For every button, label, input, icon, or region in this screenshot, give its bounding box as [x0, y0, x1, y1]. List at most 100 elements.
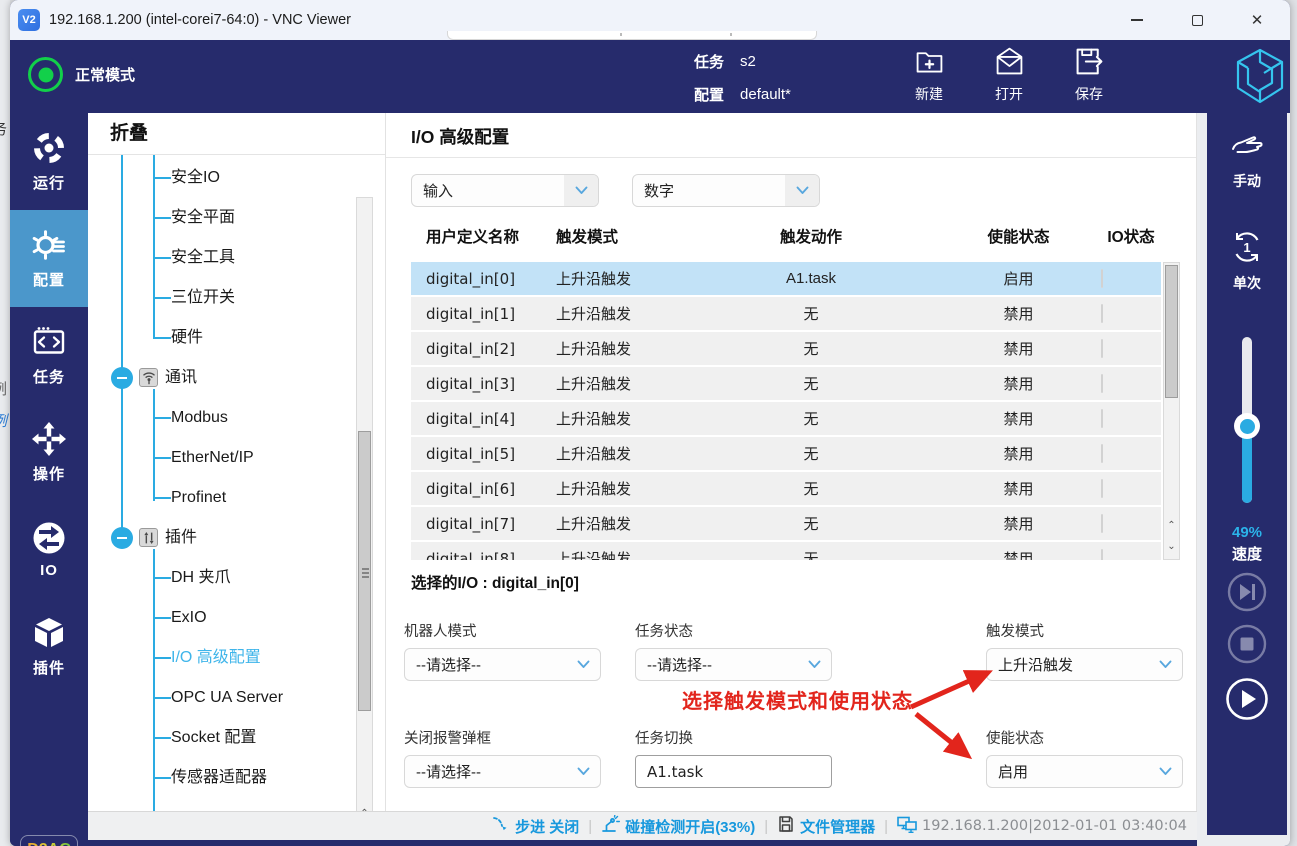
cell-trigger-action: 无	[803, 411, 819, 428]
close-alarm-select[interactable]: --请选择--	[404, 755, 601, 788]
collapse-icon[interactable]	[111, 527, 133, 549]
sidenav-item-插件[interactable]: 插件	[10, 598, 88, 695]
tree-item-硬件[interactable]: 硬件	[154, 326, 203, 350]
table-row[interactable]: digital_in[5] 上升沿触发 无 禁用	[411, 437, 1161, 470]
task-state-select[interactable]: --请选择--	[635, 648, 832, 681]
sidenav-item-label: 运行	[32, 175, 65, 192]
file-actions: 新建 打开 保存	[895, 45, 1123, 104]
sidenav-item-IO[interactable]: IO	[10, 501, 88, 598]
topbar-open-button[interactable]: 打开	[975, 45, 1043, 104]
field-label: 机器人模式	[404, 624, 477, 640]
maximize-button[interactable]	[1174, 0, 1220, 40]
tree-scroll-up-icon[interactable]: ⌃	[358, 802, 371, 812]
table-row[interactable]: digital_in[6] 上升沿触发 无 禁用	[411, 472, 1161, 505]
minimize-button[interactable]	[1114, 0, 1160, 40]
tree-node-通讯[interactable]: 通讯	[88, 366, 385, 390]
table-scrollbar-thumb[interactable]	[1165, 265, 1178, 398]
tree-item-Profinet[interactable]: Profinet	[154, 486, 226, 510]
io-state-checkbox[interactable]	[1101, 374, 1103, 393]
step-mode-status[interactable]: 步进 关闭	[492, 815, 579, 837]
form-group-task-switch: 任务切换	[635, 727, 832, 788]
sidenav-item-任务[interactable]: 任务	[10, 307, 88, 404]
robot-mode-select[interactable]: --请选择--	[404, 648, 601, 681]
chevron-down-icon	[566, 767, 600, 776]
io-state-checkbox[interactable]	[1101, 479, 1103, 498]
config-tree-panel: 折叠 ⌃ ⌄ 安全IO 安全平面安全工具三位开关硬件通讯 Modbus EtherNe…	[88, 113, 385, 811]
cell-name: digital_in[0]	[426, 269, 516, 288]
table-row[interactable]: digital_in[4] 上升沿触发 无 禁用	[411, 402, 1161, 435]
selected-io-label: 选择的I/O : digital_in[0]	[411, 575, 579, 592]
cell-trigger-action: 无	[803, 376, 819, 393]
io-state-checkbox[interactable]	[1101, 269, 1103, 288]
single-run-button[interactable]: 1 单次	[1207, 229, 1287, 293]
table-scrollbar[interactable]: ⌃ ⌄	[1163, 262, 1180, 560]
tree-item-传感器适配器[interactable]: 传感器适配器	[154, 766, 267, 790]
tree-item-安全IO[interactable]: 安全IO	[154, 166, 220, 190]
cell-trigger-mode: 上升沿触发	[556, 306, 632, 323]
form-group-enable-state: 使能状态 启用	[986, 727, 1183, 788]
background-fragment: 务	[0, 118, 7, 139]
io-type-select[interactable]: 数字	[632, 174, 820, 207]
tree-scrollbar-thumb[interactable]	[358, 431, 371, 711]
vnc-logo-icon: V2	[18, 9, 40, 31]
tree-line	[121, 155, 123, 538]
speed-slider[interactable]	[1234, 337, 1260, 503]
enable-state-select[interactable]: 启用	[986, 755, 1183, 788]
tree-item-OPC UA Server[interactable]: OPC UA Server	[154, 686, 283, 710]
field-label: 触发模式	[986, 624, 1044, 640]
io-state-checkbox[interactable]	[1101, 444, 1103, 463]
tree-item-安全平面[interactable]: 安全平面	[154, 206, 235, 230]
stop-button[interactable]	[1227, 624, 1267, 664]
tree-item-Socket 配置[interactable]: Socket 配置	[154, 726, 256, 750]
field-label: 使能状态	[986, 731, 1044, 747]
task-switch-input[interactable]	[635, 755, 832, 788]
manual-mode-button[interactable]: 手动	[1207, 127, 1287, 191]
page-title: I/O 高级配置	[411, 127, 510, 147]
speed-slider-thumb[interactable]	[1234, 413, 1260, 439]
vnc-viewer-window: V2 192.168.1.200 (intel-corei7-64:0) - V…	[10, 0, 1290, 846]
io-state-checkbox[interactable]	[1101, 339, 1103, 358]
tree-item-EtherNet/IP[interactable]: EtherNet/IP	[154, 446, 254, 470]
file-manager-button[interactable]: 文件管理器	[777, 815, 875, 837]
vnc-toolbar-notch[interactable]	[447, 31, 817, 40]
io-state-checkbox[interactable]	[1101, 549, 1103, 560]
io-state-checkbox[interactable]	[1101, 514, 1103, 533]
tree-item-I/O 高级配置[interactable]: I/O 高级配置	[154, 646, 261, 670]
column-header: 使能状态	[987, 229, 1050, 246]
column-header: 用户定义名称	[426, 229, 520, 246]
maximize-icon	[1191, 14, 1203, 26]
table-scroll-up-icon[interactable]: ⌃	[1165, 516, 1178, 535]
tree-node-插件[interactable]: 插件	[88, 526, 385, 550]
io-direction-select[interactable]: 输入	[411, 174, 599, 207]
column-header: IO状态	[1107, 229, 1155, 246]
sidenav-item-操作[interactable]: 操作	[10, 404, 88, 501]
table-row[interactable]: digital_in[3] 上升沿触发 无 禁用	[411, 367, 1161, 400]
collision-detect-status[interactable]: 碰撞检测开启(33%)	[601, 814, 755, 837]
play-button[interactable]	[1225, 677, 1269, 721]
table-row[interactable]: digital_in[8] 上升沿触发 无 禁用	[411, 542, 1161, 560]
io-table: digital_in[0] 上升沿触发 A1.task 启用 digital_in[1]…	[411, 262, 1161, 560]
speed-percent: 49%	[1231, 524, 1263, 541]
table-row[interactable]: digital_in[1] 上升沿触发 无 禁用	[411, 297, 1161, 330]
table-scroll-down-icon[interactable]: ⌄	[1165, 537, 1178, 556]
tree-item-安全工具[interactable]: 安全工具	[154, 246, 235, 270]
table-row[interactable]: digital_in[2] 上升沿触发 无 禁用	[411, 332, 1161, 365]
sidenav-item-配置[interactable]: 配置	[10, 210, 88, 307]
topbar-new-file-button[interactable]: 新建	[895, 45, 963, 104]
table-row[interactable]: digital_in[7] 上升沿触发 无 禁用	[411, 507, 1161, 540]
close-button[interactable]: ✕	[1234, 0, 1280, 40]
tree-item-Modbus[interactable]: Modbus	[154, 406, 228, 430]
step-forward-button[interactable]	[1227, 572, 1267, 612]
sidenav-item-运行[interactable]: 运行	[10, 113, 88, 210]
tree-item-ExIO[interactable]: ExIO	[154, 606, 207, 630]
io-state-checkbox[interactable]	[1101, 409, 1103, 428]
collapse-icon[interactable]	[111, 367, 133, 389]
tree-scrollbar[interactable]: ⌃ ⌄	[356, 197, 373, 811]
tree-item-三位开关[interactable]: 三位开关	[154, 286, 235, 310]
topbar-save-button[interactable]: 保存	[1055, 45, 1123, 104]
table-row[interactable]: digital_in[0] 上升沿触发 A1.task 启用	[411, 262, 1161, 295]
tree-collapse-header[interactable]: 折叠	[88, 113, 385, 155]
trigger-mode-select[interactable]: 上升沿触发	[986, 648, 1183, 681]
tree-item-DH 夹爪[interactable]: DH 夹爪	[154, 566, 231, 590]
io-state-checkbox[interactable]	[1101, 304, 1103, 323]
